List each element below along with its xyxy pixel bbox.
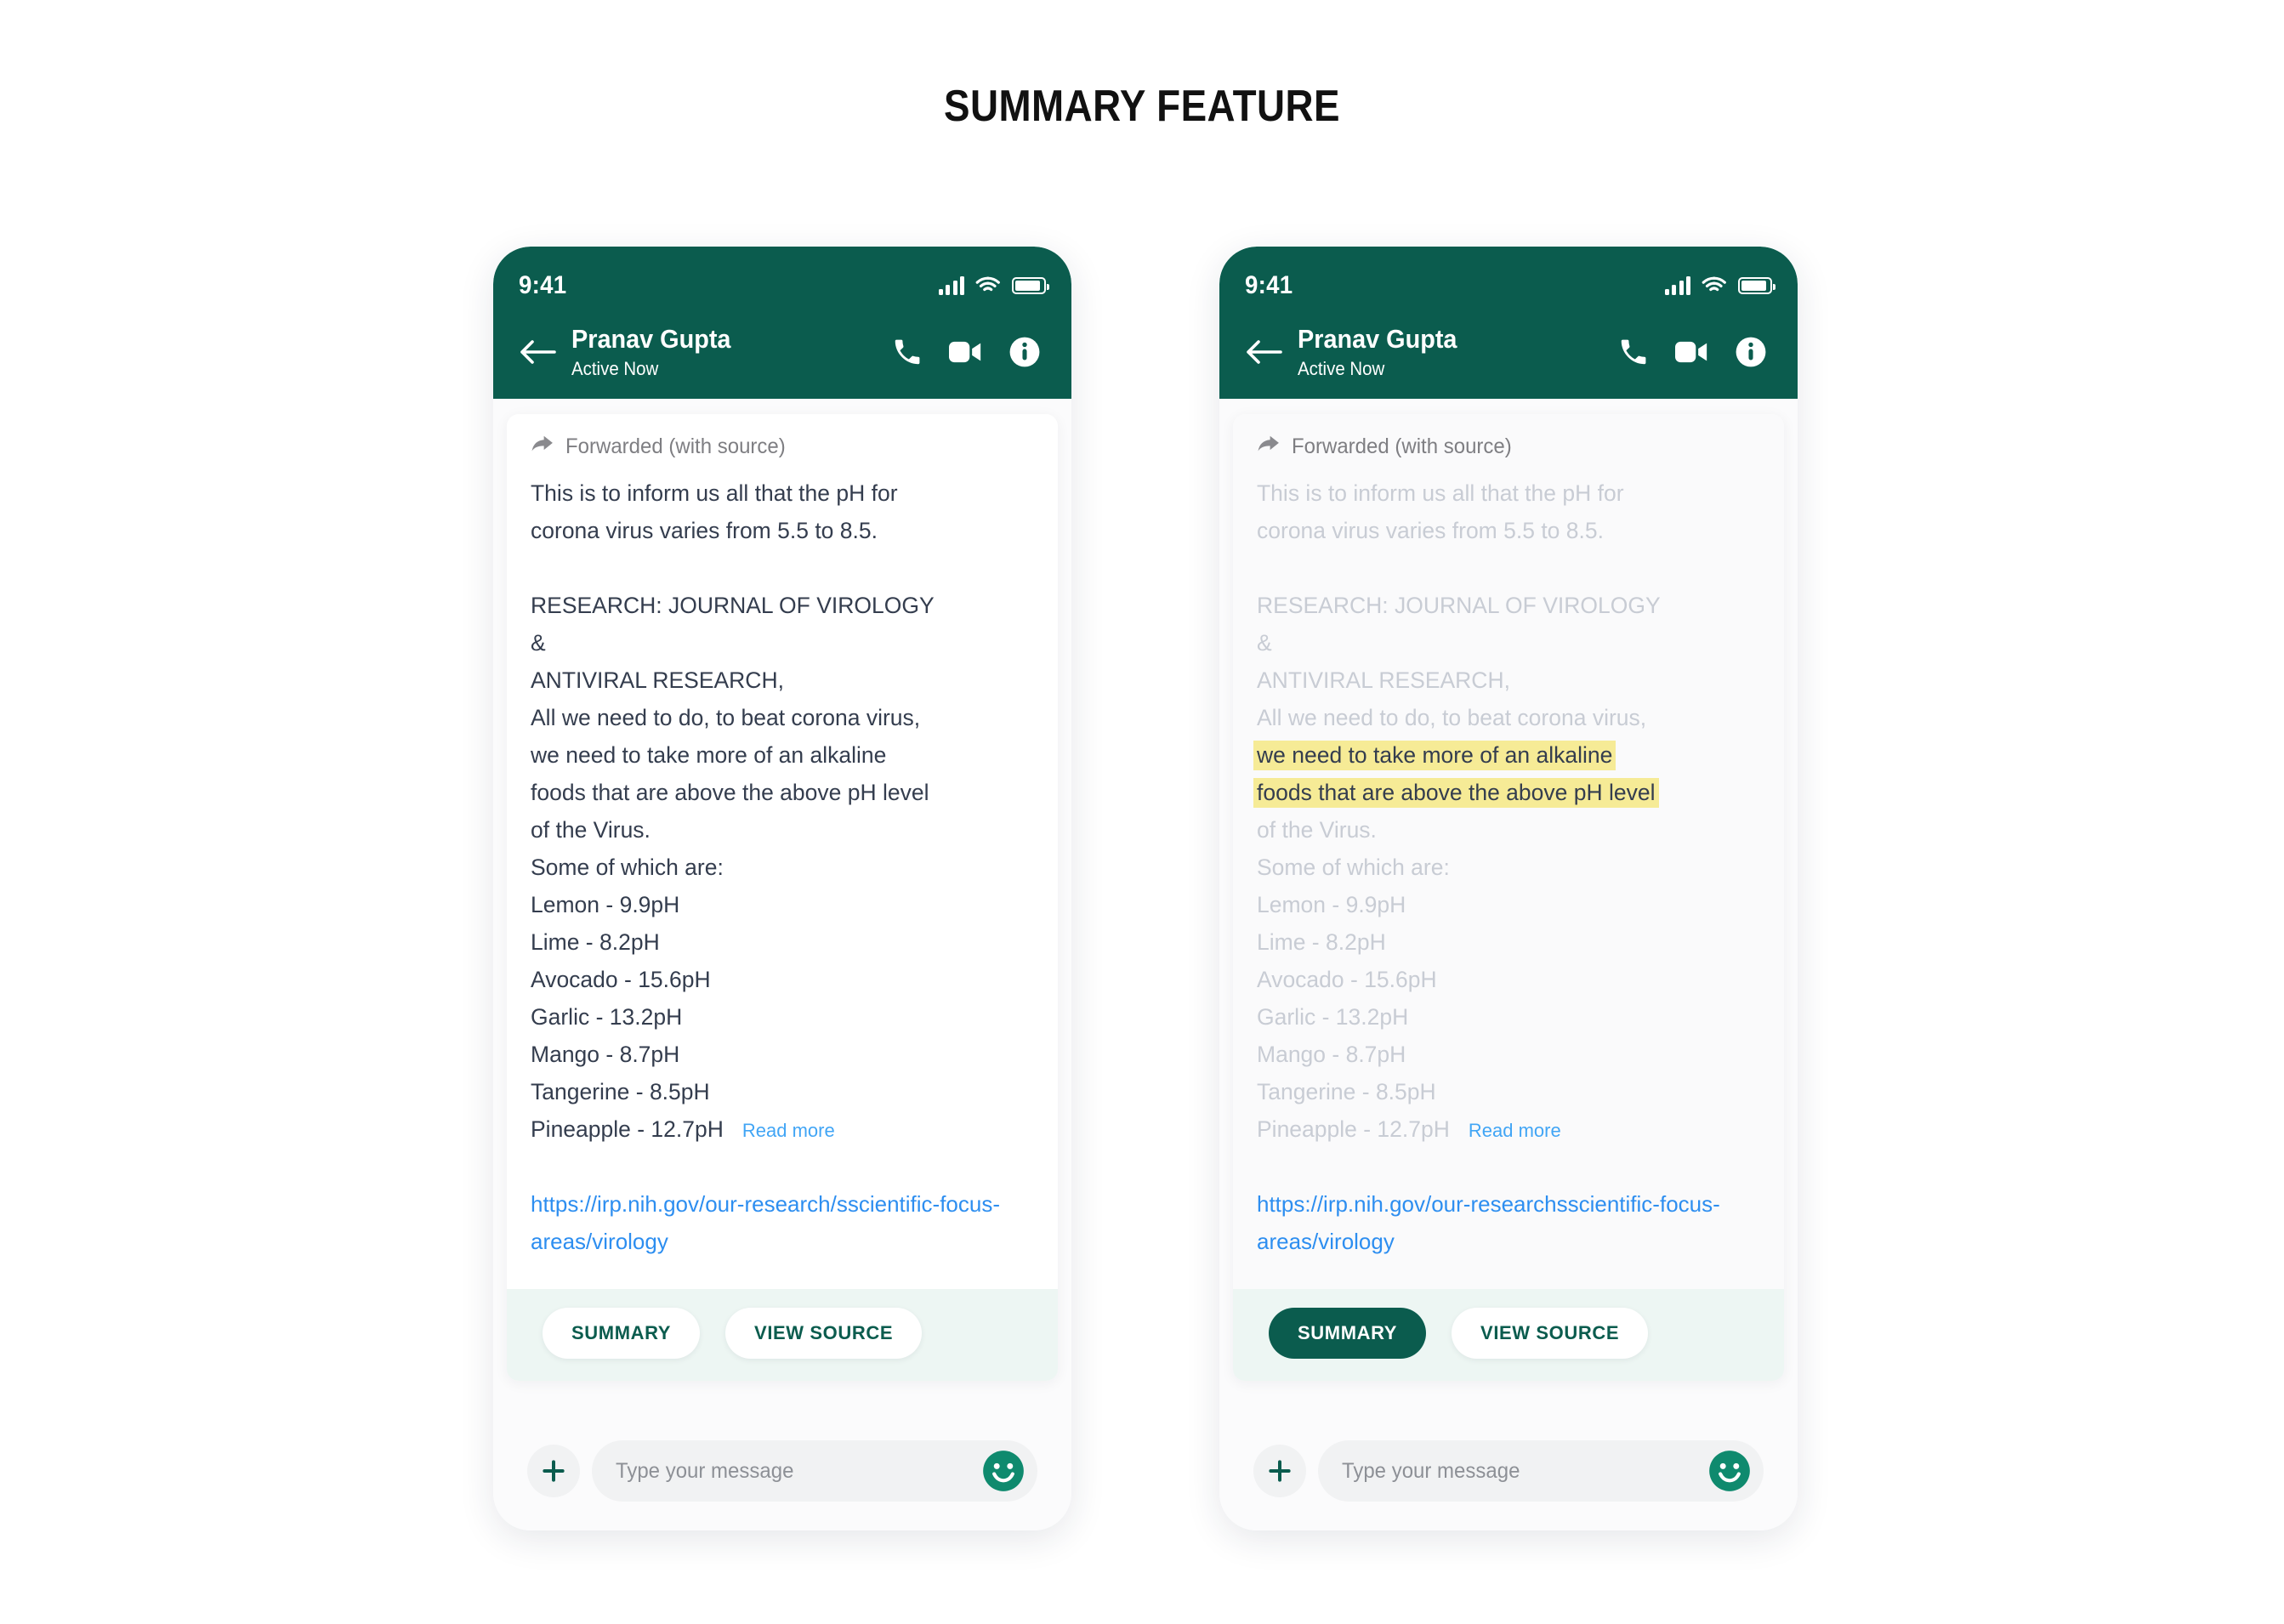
- read-more-link[interactable]: Read more: [742, 1120, 835, 1142]
- chat-body: Forwarded (with source) This is to infor…: [493, 398, 1071, 1530]
- summary-button[interactable]: SUMMARY: [1269, 1307, 1427, 1359]
- message-composer: Type your message: [1233, 1418, 1784, 1530]
- message-content: Forwarded (with source) This is to infor…: [507, 414, 1058, 1289]
- info-icon[interactable]: [1008, 336, 1041, 368]
- forwarded-label: Forwarded (with source): [1292, 434, 1512, 458]
- last-line-row: Pineapple - 12.7pH Read more: [1257, 1110, 1760, 1148]
- chat-header: 9:41 Pranav Gupta Active Now: [493, 247, 1071, 399]
- back-arrow-icon[interactable]: [519, 338, 556, 366]
- source-link[interactable]: https://irp.nih.gov/our-research/sscient…: [531, 1185, 1034, 1260]
- battery-icon: [1738, 277, 1775, 294]
- last-line-row: Pineapple - 12.7pH Read more: [531, 1110, 1034, 1148]
- message-input-placeholder: Type your message: [1342, 1458, 1520, 1483]
- smiley-icon[interactable]: [1707, 1449, 1752, 1493]
- plus-icon[interactable]: [527, 1445, 580, 1497]
- message-text-post: of the Virus. Some of which are: Lemon -…: [531, 816, 724, 1104]
- phone-mockup-summary-active: 9:41 Pranav Gupta Active Now Forwarded (…: [1219, 247, 1798, 1530]
- contact-row: Pranav Gupta Active Now: [1245, 324, 1772, 380]
- contact-row: Pranav Gupta Active Now: [519, 324, 1046, 380]
- source-link[interactable]: https://irp.nih.gov/our-researchsscienti…: [1257, 1185, 1760, 1260]
- status-bar: 9:41: [1245, 269, 1775, 303]
- contact-name: Pranav Gupta: [571, 324, 731, 354]
- signal-icon: [1664, 276, 1690, 295]
- contact-meta[interactable]: Pranav Gupta Active Now: [571, 324, 891, 380]
- phone-mockup-default: 9:41 Pranav Gupta Active Now Forwarded (…: [493, 247, 1071, 1530]
- message-text-highlight: we need to take more of an alkaline food…: [1253, 740, 1659, 808]
- message-actions: SUMMARY VIEW SOURCE: [1233, 1288, 1784, 1381]
- header-actions: [1617, 336, 1767, 368]
- battery-icon: [1012, 277, 1049, 294]
- message-input[interactable]: Type your message: [1318, 1440, 1764, 1502]
- summary-button[interactable]: SUMMARY: [543, 1307, 701, 1359]
- forward-arrow-icon: [531, 434, 554, 459]
- chat-body: Forwarded (with source) This is to infor…: [1219, 398, 1798, 1530]
- read-more-link[interactable]: Read more: [1469, 1120, 1561, 1142]
- message-text-post: of the Virus. Some of which are: Lemon -…: [1257, 816, 1450, 1104]
- back-arrow-icon[interactable]: [1245, 338, 1282, 366]
- forwarded-message-card: Forwarded (with source) This is to infor…: [507, 413, 1058, 1381]
- status-time: 9:41: [519, 271, 567, 299]
- info-icon[interactable]: [1735, 336, 1767, 368]
- message-last-line: Pineapple - 12.7pH: [1257, 1116, 1450, 1142]
- status-icons: [938, 275, 1049, 298]
- forward-arrow-icon: [1257, 434, 1281, 459]
- message-last-line: Pineapple - 12.7pH: [531, 1116, 724, 1142]
- message-paragraph-2: RESEARCH: JOURNAL OF VIROLOGY & ANTIVIRA…: [531, 587, 1034, 1110]
- wifi-icon: [1702, 275, 1727, 298]
- plus-icon[interactable]: [1253, 1445, 1306, 1497]
- forwarded-row: Forwarded (with source): [531, 434, 1034, 459]
- view-source-button[interactable]: VIEW SOURCE: [725, 1307, 923, 1359]
- page-title: SUMMARY FEATURE: [944, 82, 1340, 131]
- message-paragraph-2: RESEARCH: JOURNAL OF VIROLOGY & ANTIVIRA…: [1253, 587, 1760, 1110]
- video-call-icon[interactable]: [1675, 339, 1709, 365]
- forwarded-row: Forwarded (with source): [1257, 434, 1760, 459]
- phone-call-icon[interactable]: [1617, 336, 1650, 368]
- video-call-icon[interactable]: [949, 339, 983, 365]
- signal-icon: [938, 276, 964, 295]
- contact-status: Active Now: [1298, 357, 1385, 379]
- message-input[interactable]: Type your message: [592, 1440, 1037, 1502]
- message-actions: SUMMARY VIEW SOURCE: [507, 1288, 1058, 1381]
- status-bar: 9:41: [519, 269, 1049, 303]
- header-actions: [891, 336, 1041, 368]
- message-paragraph-1: This is to inform us all that the pH for…: [1257, 480, 1624, 543]
- wifi-icon: [975, 275, 1001, 298]
- status-time: 9:41: [1245, 271, 1293, 299]
- status-icons: [1664, 275, 1775, 298]
- message-content: Forwarded (with source) This is to infor…: [1233, 414, 1784, 1289]
- contact-status: Active Now: [571, 357, 659, 379]
- view-source-button[interactable]: VIEW SOURCE: [1452, 1307, 1649, 1359]
- smiley-icon[interactable]: [981, 1449, 1026, 1493]
- message-text-pre: RESEARCH: JOURNAL OF VIROLOGY & ANTIVIRA…: [531, 592, 935, 730]
- contact-meta[interactable]: Pranav Gupta Active Now: [1298, 324, 1617, 380]
- forwarded-message-card: Forwarded (with source) This is to infor…: [1233, 413, 1784, 1381]
- message-text-pre: RESEARCH: JOURNAL OF VIROLOGY & ANTIVIRA…: [1257, 592, 1661, 730]
- message-text-highlight: we need to take more of an alkaline food…: [531, 741, 929, 805]
- message-composer: Type your message: [507, 1418, 1058, 1530]
- chat-header: 9:41 Pranav Gupta Active Now: [1219, 247, 1798, 399]
- message-input-placeholder: Type your message: [616, 1458, 794, 1483]
- forwarded-label: Forwarded (with source): [565, 434, 786, 458]
- message-paragraph-1: This is to inform us all that the pH for…: [531, 480, 898, 543]
- contact-name: Pranav Gupta: [1298, 324, 1457, 354]
- phone-call-icon[interactable]: [891, 336, 923, 368]
